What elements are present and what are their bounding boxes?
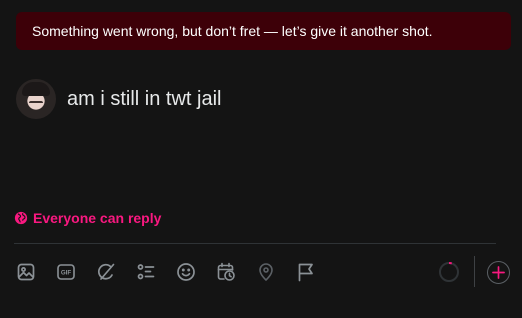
gif-button[interactable]: GIF xyxy=(56,262,76,282)
schedule-icon xyxy=(217,262,235,281)
emoji-icon xyxy=(177,263,195,281)
gif-icon-label: GIF xyxy=(61,270,72,277)
gif-icon: GIF xyxy=(57,264,75,280)
schedule-button[interactable] xyxy=(216,262,236,282)
plus-icon xyxy=(492,266,505,279)
error-message: Something went wrong, but don’t fret — l… xyxy=(32,23,433,39)
avatar[interactable] xyxy=(16,79,56,119)
reply-setting-label: Everyone can reply xyxy=(33,210,162,226)
flag-button[interactable] xyxy=(296,262,316,282)
divider xyxy=(14,243,496,244)
composer-toolbar: GIF xyxy=(16,260,316,284)
poll-icon xyxy=(137,264,155,280)
character-count-ring xyxy=(439,262,459,282)
grok-button[interactable] xyxy=(96,262,116,282)
image-icon xyxy=(17,263,35,281)
location-button[interactable] xyxy=(256,262,276,282)
error-banner: Something went wrong, but don’t fret — l… xyxy=(16,12,511,50)
emoji-button[interactable] xyxy=(176,262,196,282)
grok-icon xyxy=(98,263,115,280)
post-text-input[interactable]: am i still in twt jail xyxy=(67,88,221,111)
globe-icon xyxy=(14,211,28,225)
flag-icon xyxy=(298,263,313,282)
media-button[interactable] xyxy=(16,262,36,282)
poll-button[interactable] xyxy=(136,262,156,282)
tweet-composer: am i still in twt jail xyxy=(16,79,221,119)
add-post-button[interactable] xyxy=(487,261,510,284)
toolbar-separator xyxy=(474,256,475,287)
reply-setting-button[interactable]: Everyone can reply xyxy=(14,210,161,226)
location-icon xyxy=(259,263,273,282)
